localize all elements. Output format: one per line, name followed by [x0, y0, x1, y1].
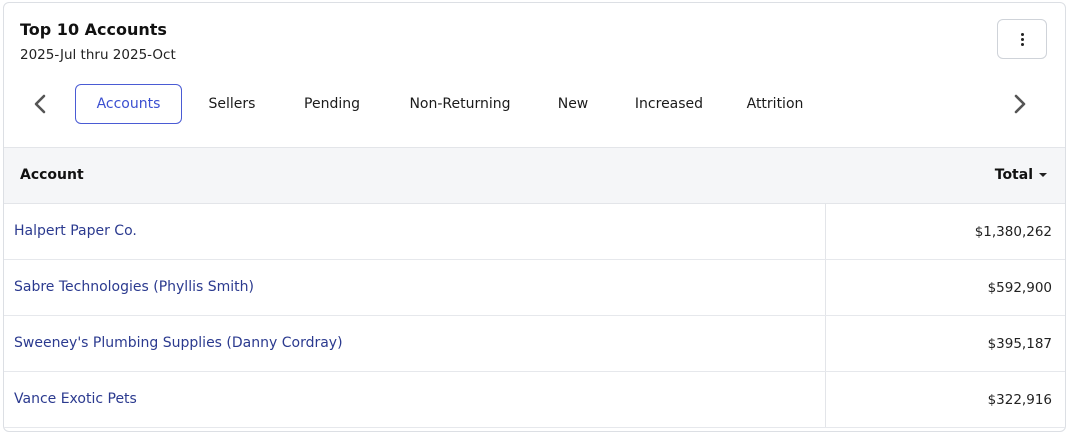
account-total: $1,380,262 — [974, 224, 1052, 240]
top-accounts-card: Top 10 Accounts 2025-Jul thru 2025-Oct A… — [3, 2, 1066, 432]
tab-non-returning[interactable]: Non-Returning — [397, 84, 523, 124]
account-total: $322,916 — [987, 392, 1052, 408]
column-header-account[interactable]: Account — [20, 167, 84, 183]
table-row: Sweeney's Plumbing Supplies (Danny Cordr… — [4, 316, 1065, 372]
more-options-button[interactable] — [997, 19, 1047, 59]
tab-pending[interactable]: Pending — [292, 84, 372, 124]
sort-descending-icon — [1039, 173, 1047, 177]
tab-sellers[interactable]: Sellers — [197, 84, 267, 124]
chevron-left-icon — [34, 94, 46, 114]
account-link[interactable]: Halpert Paper Co. — [14, 223, 137, 239]
tabs-scroll-right-button[interactable] — [1010, 93, 1030, 115]
account-link[interactable]: Sabre Technologies (Phyllis Smith) — [14, 279, 254, 295]
tab-increased[interactable]: Increased — [623, 84, 715, 124]
card-title: Top 10 Accounts — [20, 20, 167, 39]
tabs-scroll-left-button[interactable] — [30, 93, 50, 115]
date-range: 2025-Jul thru 2025-Oct — [20, 47, 176, 63]
column-header-total-label: Total — [994, 167, 1033, 183]
table-row: Sabre Technologies (Phyllis Smith) $592,… — [4, 260, 1065, 316]
table-row: Halpert Paper Co. $1,380,262 — [4, 204, 1065, 260]
kebab-menu-icon — [1020, 32, 1024, 46]
tab-accounts[interactable]: Accounts — [75, 84, 182, 124]
account-link[interactable]: Vance Exotic Pets — [14, 391, 137, 407]
table-header: Account Total — [4, 147, 1065, 204]
account-link[interactable]: Sweeney's Plumbing Supplies (Danny Cordr… — [14, 335, 343, 351]
table-row: Vance Exotic Pets $322,916 — [4, 372, 1065, 428]
account-total: $592,900 — [987, 280, 1052, 296]
column-header-total[interactable]: Total — [995, 167, 1047, 183]
accounts-table: Account Total Halpert Paper Co. $1,380,2… — [4, 147, 1065, 428]
tab-new[interactable]: New — [548, 84, 598, 124]
tab-attrition[interactable]: Attrition — [738, 84, 812, 124]
account-total: $395,187 — [987, 336, 1052, 352]
chevron-right-icon — [1014, 94, 1026, 114]
